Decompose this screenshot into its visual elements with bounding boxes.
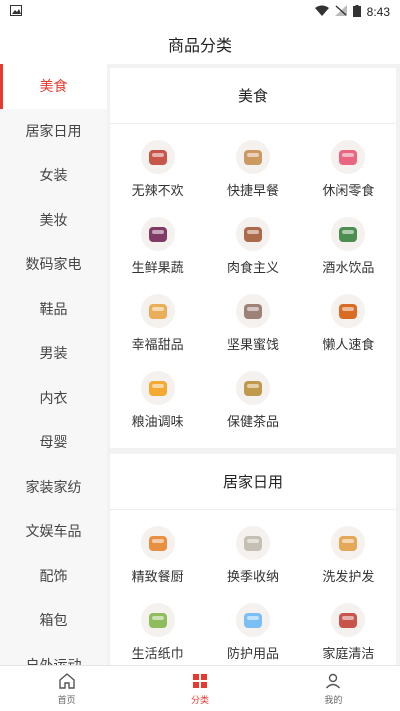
- subcategory-item[interactable]: 休闲零食: [301, 134, 396, 211]
- subcategory-label: 酒水饮品: [322, 261, 375, 276]
- subcategory-item[interactable]: 精致餐厨: [110, 520, 205, 597]
- category-section: 美食无辣不欢 快捷早餐 休闲零食生鲜果蔬 肉食主义 酒水饮品幸福甜品 坚果蜜饯 懒人速食粮油…: [110, 68, 396, 448]
- subcategory-item[interactable]: 防护用品: [205, 597, 300, 665]
- fruit-icon: [140, 217, 175, 251]
- sidebar-item[interactable]: 母婴: [0, 420, 107, 465]
- subcategory-label: 精致餐厨: [131, 570, 184, 585]
- subcategory-label: 肉食主义: [226, 261, 279, 276]
- nav-user[interactable]: 我的: [267, 666, 400, 711]
- category-icon: [192, 674, 207, 688]
- sidebar-item[interactable]: 文娱车品: [0, 509, 107, 554]
- bottom-nav: 首页 分类 我的: [0, 665, 400, 711]
- sidebar-item[interactable]: 居家日用: [0, 109, 107, 154]
- battery-icon: [352, 4, 361, 20]
- shampoo-icon: [331, 526, 366, 560]
- storage-icon: [235, 526, 270, 560]
- drinks-icon: [331, 217, 366, 251]
- subcategory-item[interactable]: 酒水饮品: [301, 211, 396, 288]
- subcategory-item[interactable]: 生活纸巾: [110, 597, 205, 665]
- status-time: 8:43: [366, 5, 390, 19]
- sidebar-item[interactable]: 美食: [0, 64, 107, 109]
- snack-bag-icon: [331, 140, 366, 174]
- subcategory-label: 防护用品: [226, 647, 279, 662]
- subcategory-label: 换季收纳: [226, 570, 279, 585]
- subcategory-item[interactable]: 懒人速食: [301, 288, 396, 365]
- sidebar-item[interactable]: 美妆: [0, 198, 107, 243]
- user-icon: [326, 673, 341, 689]
- subcategory-label: 幸福甜品: [131, 338, 184, 353]
- subcategory-label: 快捷早餐: [226, 184, 279, 199]
- nav-home[interactable]: 首页: [0, 666, 133, 711]
- subcategory-item[interactable]: 家庭清洁: [301, 597, 396, 665]
- subcategory-item[interactable]: 快捷早餐: [205, 134, 300, 211]
- subcategory-item[interactable]: 生鲜果蔬: [110, 211, 205, 288]
- tea-icon: [235, 371, 270, 405]
- sidebar-item[interactable]: 女装: [0, 153, 107, 198]
- nav-home-label: 首页: [57, 696, 76, 706]
- subcategory-label: 洗发护发: [322, 570, 375, 585]
- home-icon: [58, 673, 75, 689]
- nav-user-label: 我的: [324, 696, 343, 706]
- dessert-icon: [140, 294, 175, 328]
- category-content: 美食无辣不欢 快捷早餐 休闲零食生鲜果蔬 肉食主义 酒水饮品幸福甜品 坚果蜜饯 懒人速食粮油…: [110, 68, 396, 665]
- no-signal-icon: [334, 5, 347, 19]
- bread-icon: [235, 140, 270, 174]
- category-sidebar: 美食居家日用女装美妆数码家电鞋品男装内衣母婴家装家纺文娱车品配饰箱包户外运动: [0, 64, 107, 665]
- subcategory-item[interactable]: 换季收纳: [205, 520, 300, 597]
- category-section: 居家日用精致餐厨 换季收纳 洗发护发生活纸巾 防护用品 家庭清洁: [110, 454, 396, 665]
- subcategory-label: 无辣不欢: [131, 184, 184, 199]
- sidebar-item[interactable]: 数码家电: [0, 242, 107, 287]
- nuts-icon: [235, 294, 270, 328]
- subcategory-label: 休闲零食: [322, 184, 375, 199]
- section-title: 居家日用: [110, 454, 396, 510]
- status-bar: 8:43: [0, 0, 400, 24]
- wifi-icon: [314, 5, 329, 19]
- sidebar-item[interactable]: 鞋品: [0, 287, 107, 332]
- subcategory-item[interactable]: 幸福甜品: [110, 288, 205, 365]
- subcategory-label: 粮油调味: [131, 415, 184, 430]
- subcategory-item[interactable]: 洗发护发: [301, 520, 396, 597]
- subcategory-item[interactable]: 无辣不欢: [110, 134, 205, 211]
- nav-category[interactable]: 分类: [133, 666, 266, 711]
- subcategory-label: 保健茶品: [226, 415, 279, 430]
- subcategory-item[interactable]: 粮油调味: [110, 365, 205, 442]
- oil-icon: [140, 371, 175, 405]
- cleaner-icon: [331, 603, 366, 637]
- subcategory-item[interactable]: 保健茶品: [205, 365, 300, 442]
- sidebar-item[interactable]: 户外运动: [0, 643, 107, 665]
- sidebar-item[interactable]: 男装: [0, 331, 107, 376]
- section-title: 美食: [110, 68, 396, 124]
- spicy-meat-icon: [140, 140, 175, 174]
- gallery-icon: [10, 5, 22, 19]
- tissue-icon: [140, 603, 175, 637]
- page-title: 商品分类: [167, 36, 232, 55]
- subcategory-label: 生鲜果蔬: [131, 261, 184, 276]
- subcategory-item[interactable]: 肉食主义: [205, 211, 300, 288]
- page-header: 商品分类: [0, 24, 400, 64]
- subcategory-label: 生活纸巾: [131, 647, 184, 662]
- subcategory-item[interactable]: 坚果蜜饯: [205, 288, 300, 365]
- subcategory-label: 坚果蜜饯: [226, 338, 279, 353]
- nav-category-label: 分类: [190, 696, 209, 706]
- mask-icon: [235, 603, 270, 637]
- noodle-icon: [331, 294, 366, 328]
- meat-box-icon: [235, 217, 270, 251]
- sidebar-item[interactable]: 内衣: [0, 376, 107, 421]
- sidebar-item[interactable]: 配饰: [0, 554, 107, 599]
- pot-icon: [140, 526, 175, 560]
- sidebar-item[interactable]: 箱包: [0, 598, 107, 643]
- subcategory-label: 懒人速食: [322, 338, 375, 353]
- subcategory-grid: 无辣不欢 快捷早餐 休闲零食生鲜果蔬 肉食主义 酒水饮品幸福甜品 坚果蜜饯 懒人速食粮油调味…: [110, 124, 396, 448]
- subcategory-label: 家庭清洁: [322, 647, 375, 662]
- subcategory-grid: 精致餐厨 换季收纳 洗发护发生活纸巾 防护用品 家庭清洁: [110, 510, 396, 665]
- sidebar-item[interactable]: 家装家纺: [0, 465, 107, 510]
